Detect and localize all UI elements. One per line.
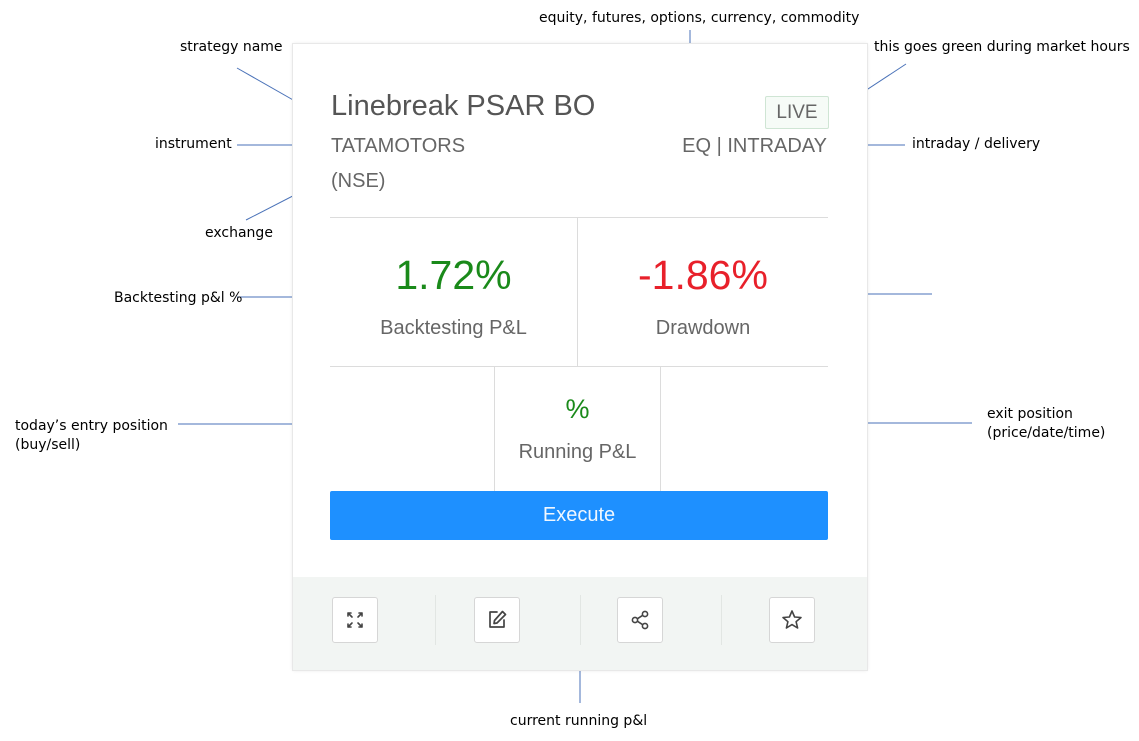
instrument-name: TATAMOTORS [331, 135, 466, 157]
annotation-exit-position: exit position (price/date/time) [987, 405, 1105, 443]
annotation-exchange: exchange [205, 225, 273, 241]
annotation-exit-line1: exit position [987, 406, 1073, 422]
divider [435, 595, 436, 645]
execute-button[interactable]: Execute [330, 491, 828, 540]
backtest-pnl-value: 1.72% [395, 252, 512, 298]
expand-button[interactable] [332, 597, 378, 643]
drawdown-label: Drawdown [655, 317, 751, 339]
divider [580, 595, 581, 645]
strategy-title: Linebreak PSAR BO [331, 90, 596, 122]
exit-position-cell [661, 367, 828, 491]
annotation-running-pnl: current running p&l [510, 713, 648, 729]
exchange-name: (NSE) [331, 170, 386, 192]
card-footer [293, 577, 867, 670]
star-icon [782, 610, 802, 629]
running-pnl-label: Running P&L [518, 441, 637, 463]
divider [494, 367, 495, 491]
strategy-card: Linebreak PSAR BO LIVE TATAMOTORS (NSE) … [293, 44, 867, 670]
annotation-asset-class: equity, futures, options, currency, comm… [539, 10, 860, 26]
annotation-entry-position: today’s entry position (buy/sell) [15, 417, 168, 455]
edit-button[interactable] [474, 597, 520, 643]
backtest-pnl-label: Backtesting P&L [380, 317, 527, 339]
annotation-live-hint: this goes green during market hours [874, 39, 1130, 55]
annotation-exit-line2: (price/date/time) [987, 425, 1106, 441]
expand-icon [347, 612, 363, 628]
annotation-strategy-name: strategy name [180, 39, 283, 55]
segment-label: EQ | INTRADAY [682, 135, 827, 157]
divider [330, 217, 828, 218]
share-icon [631, 610, 649, 630]
favorite-button[interactable] [769, 597, 815, 643]
entry-position-cell [330, 367, 494, 491]
running-pnl-value: % [565, 394, 590, 424]
drawdown-value: -1.86% [638, 252, 768, 298]
annotation-backtest-pnl: Backtesting p&l % [114, 290, 243, 306]
annotation-entry-line1: today’s entry position [15, 418, 168, 434]
annotation-product-type: intraday / delivery [912, 136, 1041, 152]
live-badge: LIVE [765, 96, 829, 129]
share-button[interactable] [617, 597, 663, 643]
annotation-entry-line2: (buy/sell) [15, 437, 81, 453]
divider [721, 595, 722, 645]
edit-icon [489, 610, 507, 628]
annotation-instrument: instrument [155, 136, 232, 152]
